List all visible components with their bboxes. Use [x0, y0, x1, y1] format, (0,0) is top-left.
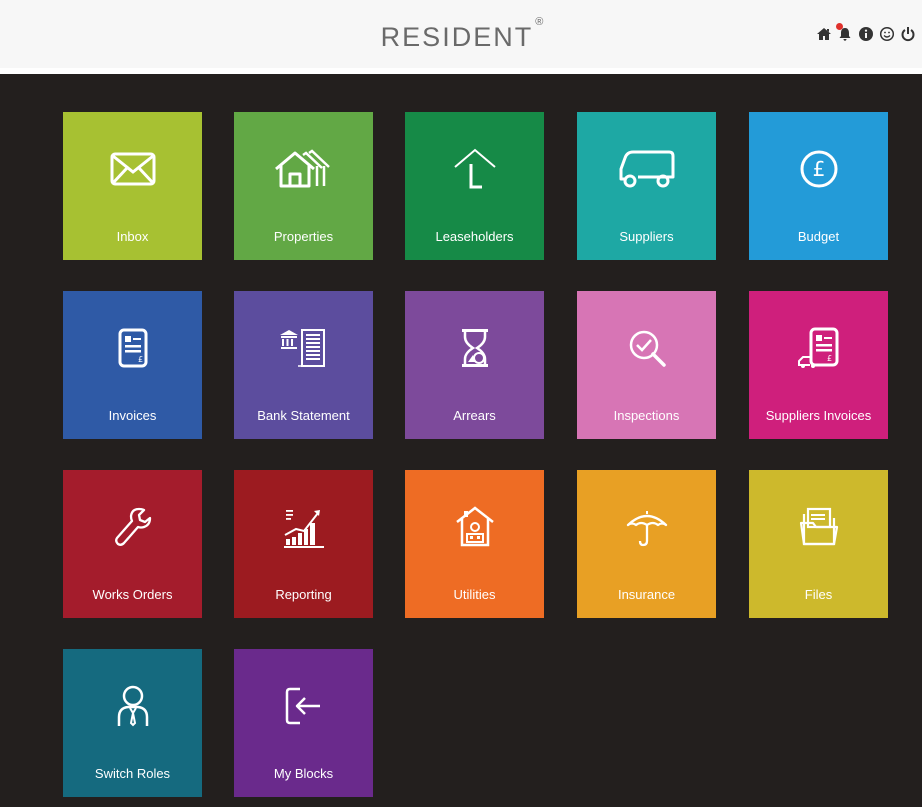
- exit-arrow-icon: [234, 684, 373, 728]
- tile-budget[interactable]: £ Budget: [749, 112, 888, 260]
- tile-label: Bank Statement: [257, 408, 350, 423]
- tile-my-blocks[interactable]: My Blocks: [234, 649, 373, 797]
- tile-label: Utilities: [453, 587, 496, 602]
- power-icon[interactable]: [900, 26, 916, 42]
- roof-l-icon: [405, 147, 544, 191]
- tile-label: Arrears: [453, 408, 496, 423]
- user-icon: [63, 684, 202, 728]
- app-header: RESIDENT ®: [0, 0, 922, 74]
- tile-label: Inspections: [613, 408, 680, 423]
- tile-label: Budget: [797, 229, 840, 244]
- info-icon[interactable]: [858, 26, 874, 42]
- tile-suppliers-invoices[interactable]: £ Suppliers Invoices: [749, 291, 888, 439]
- tile-label: My Blocks: [273, 766, 334, 781]
- svg-text:£: £: [138, 355, 143, 364]
- tile-label: Suppliers Invoices: [765, 408, 872, 423]
- wrench-icon: [63, 505, 202, 549]
- tile-utilities[interactable]: Utilities: [405, 470, 544, 618]
- tile-suppliers[interactable]: Suppliers: [577, 112, 716, 260]
- home-icon[interactable]: [816, 26, 832, 42]
- tile-label: Reporting: [275, 587, 332, 602]
- notification-dot: [836, 23, 843, 30]
- magnifier-check-icon: [577, 326, 716, 370]
- truck-invoice-icon: £: [749, 326, 888, 370]
- tile-arrears[interactable]: Arrears: [405, 291, 544, 439]
- truck-icon: [577, 147, 716, 191]
- tile-reporting[interactable]: Reporting: [234, 470, 373, 618]
- tile-switch-roles[interactable]: Switch Roles: [63, 649, 202, 797]
- tile-inbox[interactable]: Inbox: [63, 112, 202, 260]
- brand-logo: RESIDENT ®: [380, 16, 544, 52]
- invoice-icon: £: [63, 326, 202, 370]
- tile-label: Switch Roles: [94, 766, 171, 781]
- svg-text:£: £: [812, 157, 825, 181]
- tile-label: Works Orders: [92, 587, 173, 602]
- tile-inspections[interactable]: Inspections: [577, 291, 716, 439]
- tile-label: Invoices: [108, 408, 157, 423]
- umbrella-icon: [577, 505, 716, 549]
- smiley-icon[interactable]: [879, 26, 895, 42]
- tile-works-orders[interactable]: Works Orders: [63, 470, 202, 618]
- tile-insurance[interactable]: Insurance: [577, 470, 716, 618]
- tile-label: Leaseholders: [435, 229, 514, 244]
- pound-circle-icon: £: [749, 147, 888, 191]
- folder-files-icon: [749, 505, 888, 549]
- bell-icon[interactable]: [836, 23, 853, 42]
- tile-bank-statement[interactable]: Bank Statement: [234, 291, 373, 439]
- tile-label: Inbox: [116, 229, 149, 244]
- envelope-icon: [63, 147, 202, 191]
- growth-chart-icon: [234, 505, 373, 549]
- bank-statement-icon: [234, 326, 373, 370]
- houses-icon: [234, 147, 373, 191]
- hourglass-icon: [405, 326, 544, 370]
- tile-properties[interactable]: Properties: [234, 112, 373, 260]
- tile-invoices[interactable]: £ Invoices: [63, 291, 202, 439]
- tile-label: Suppliers: [619, 229, 674, 244]
- header-toolbar: [816, 23, 916, 42]
- house-utilities-icon: [405, 505, 544, 549]
- tile-label: Insurance: [617, 587, 676, 602]
- svg-text:£: £: [827, 354, 832, 363]
- tile-label: Files: [804, 587, 833, 602]
- tile-files[interactable]: Files: [749, 470, 888, 618]
- tile-label: Properties: [273, 229, 334, 244]
- tile-leaseholders[interactable]: Leaseholders: [405, 112, 544, 260]
